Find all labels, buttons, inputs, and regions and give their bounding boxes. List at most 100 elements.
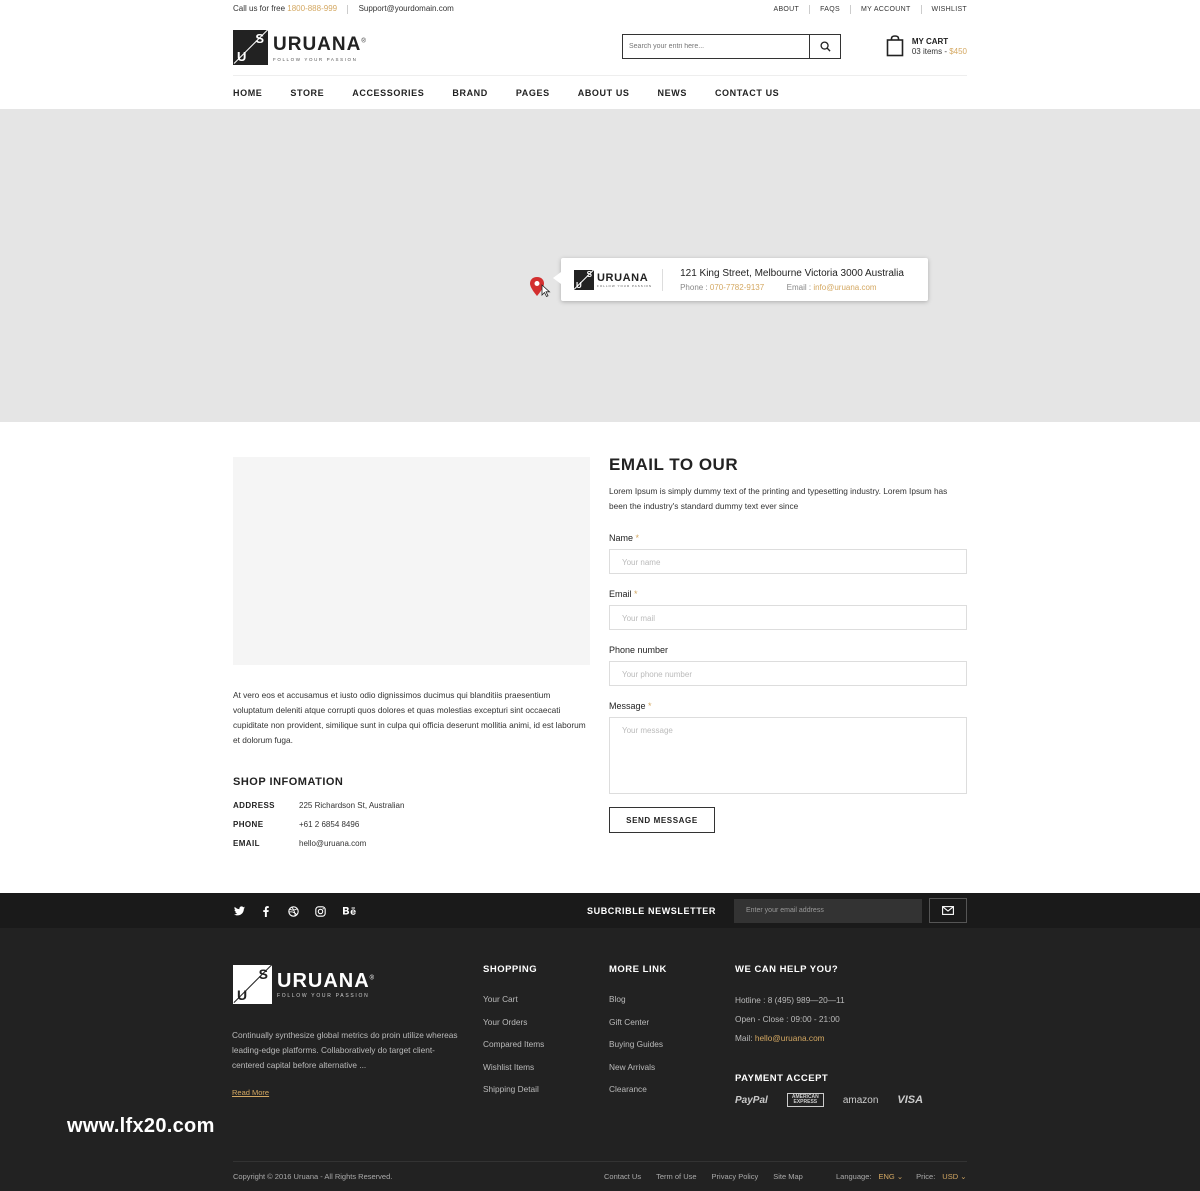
footer-bottom-link[interactable]: Privacy Policy [712,1172,759,1181]
divider [849,4,851,14]
map-phone[interactable]: 070-7782-9137 [710,283,764,292]
email-label: Email * [609,589,638,599]
name-input[interactable]: Your name [609,549,967,574]
top-bar: Call us for free 1800-888-999 Support@yo… [233,0,967,18]
shopping-bag-icon [886,35,904,57]
top-link-wishlist[interactable]: WISHLIST [932,6,967,13]
nav-store[interactable]: STORE [290,88,324,98]
shop-info-row: ADDRESS 225 Richardson St, Australian [233,801,405,810]
main-nav: HOME STORE ACCESSORIES BRAND PAGES ABOUT… [233,76,967,109]
top-link-faqs[interactable]: FAQS [820,6,840,13]
footer-bottom-links: Contact Us Term of Use Privacy Policy Si… [604,1172,818,1181]
nav-home[interactable]: HOME [233,88,262,98]
footer-link[interactable]: Buying Guides [609,1039,667,1062]
message-textarea[interactable]: Your message [609,717,967,794]
name-label: Name * [609,533,640,543]
nav-contact-us[interactable]: CONTACT US [715,88,779,98]
twitter-icon[interactable] [233,905,245,917]
send-message-button[interactable]: SEND MESSAGE [609,807,715,833]
store-map[interactable]: S U URUANA FOLLOW YOUR PASSION 121 King … [0,109,1200,422]
map-pin-icon[interactable] [529,276,551,298]
search-button[interactable] [809,35,840,58]
dribbble-icon[interactable] [287,905,299,917]
top-bar-links: ABOUT FAQS MY ACCOUNT WISHLIST [773,4,967,14]
footer-bottom-link[interactable]: Site Map [773,1172,803,1181]
chevron-down-icon: ⌄ [960,1172,967,1181]
search-input[interactable] [623,35,809,58]
locale-selectors: Language: ENG ⌄ Price: USD ⌄ [836,1172,967,1181]
nav-pages[interactable]: PAGES [516,88,550,98]
top-link-my-account[interactable]: MY ACCOUNT [861,6,911,13]
map-address: 121 King Street, Melbourne Victoria 3000… [680,267,904,279]
newsletter-submit-button[interactable] [929,898,967,923]
footer-link[interactable]: Clearance [609,1084,667,1107]
footer-link[interactable]: Shipping Detail [483,1084,544,1107]
footer-bottom-link[interactable]: Term of Use [656,1172,696,1181]
form-intro: Lorem Ipsum is simply dummy text of the … [609,486,948,511]
footer-divider [233,1161,967,1162]
logo-name: URUANA [273,33,362,55]
currency-select[interactable]: USD ⌄ [942,1172,966,1181]
support-email[interactable]: Support@yourdomain.com [359,4,454,13]
info-window-logo: S U URUANA FOLLOW YOUR PASSION [574,268,664,291]
mini-cart[interactable]: MY CART 03 items - $450 [886,35,967,57]
footer-link[interactable]: Wishlist Items [483,1062,544,1085]
footer-link[interactable]: Your Cart [483,994,544,1017]
header: S U URUANA® FOLLOW YOUR PASSION MY CART … [233,18,967,76]
footer-column-title: MORE LINK [609,964,667,975]
footer-more-link-column: MORE LINK Blog Gift Center Buying Guides… [609,964,667,1107]
watermark: www.lfx20.com [67,1115,215,1137]
behance-icon[interactable] [341,905,357,917]
nav-accessories[interactable]: ACCESSORIES [352,88,424,98]
site-logo[interactable]: S U URUANA® FOLLOW YOUR PASSION [233,30,367,65]
search-bar [622,34,841,59]
instagram-icon[interactable] [314,905,326,917]
footer-link[interactable]: Compared Items [483,1039,544,1062]
footer-link[interactable]: New Arrivals [609,1062,667,1085]
divider [347,4,349,14]
about-text: At vero eos et accusamus et iusto odio d… [233,690,586,745]
call-label: Call us for free [233,4,286,14]
envelope-icon [942,906,954,915]
help-mail: Mail: hello@uruana.com [735,1033,825,1043]
divider [920,4,922,14]
footer-column-title: SHOPPING [483,964,538,975]
footer: S U URUANA® FOLLOW YOUR PASSION Continua… [0,928,1200,1191]
newsletter-email-input[interactable]: Enter your email address [734,899,922,923]
footer-logo[interactable]: S U URUANA® FOLLOW YOUR PASSION [233,965,375,1004]
facebook-icon[interactable] [260,905,272,917]
nav-about-us[interactable]: ABOUT US [578,88,630,98]
chevron-down-icon: ⌄ [896,1172,904,1181]
nav-news[interactable]: NEWS [658,88,687,98]
footer-link[interactable]: Your Orders [483,1017,544,1040]
logo-mark: S U [233,965,272,1004]
top-link-about[interactable]: ABOUT [773,6,799,13]
call-phone[interactable]: 1800-888-999 [287,4,337,13]
form-title: EMAIL TO OUR [609,455,739,474]
top-bar-contact: Call us for free 1800-888-999 Support@yo… [233,4,454,14]
read-more-link[interactable]: Read More [232,1088,269,1097]
footer-bottom-link[interactable]: Contact Us [604,1172,641,1181]
language-select[interactable]: ENG ⌄ [878,1172,903,1181]
logo-mark: S U [574,269,594,290]
nav-brand[interactable]: BRAND [452,88,488,98]
store-image-placeholder [233,457,590,665]
copyright: Copyright © 2016 Uruana - All Rights Res… [233,1172,393,1181]
divider [809,4,811,14]
shop-info-row: EMAIL hello@uruana.com [233,839,367,848]
search-icon [819,41,831,52]
footer-social-bar: SUBCRIBLE NEWSLETTER Enter your email ad… [0,893,1200,928]
cart-item-count: 03 items - [911,46,950,56]
footer-link[interactable]: Gift Center [609,1017,667,1040]
footer-description: Continually synthesize global metrics do… [232,1030,458,1070]
visa-logo: VISA [897,1094,924,1106]
newsletter-title: SUBCRIBLE NEWSLETTER [587,906,716,916]
shop-info-title: SHOP INFOMATION [233,776,344,788]
footer-column-title: WE CAN HELP YOU? [735,964,839,975]
map-email[interactable]: info@uruana.com [813,283,876,292]
phone-input[interactable]: Your phone number [609,661,967,686]
social-links [233,905,372,917]
footer-link[interactable]: Blog [609,994,667,1017]
cart-total: $450 [949,46,967,56]
email-input[interactable]: Your mail [609,605,967,630]
